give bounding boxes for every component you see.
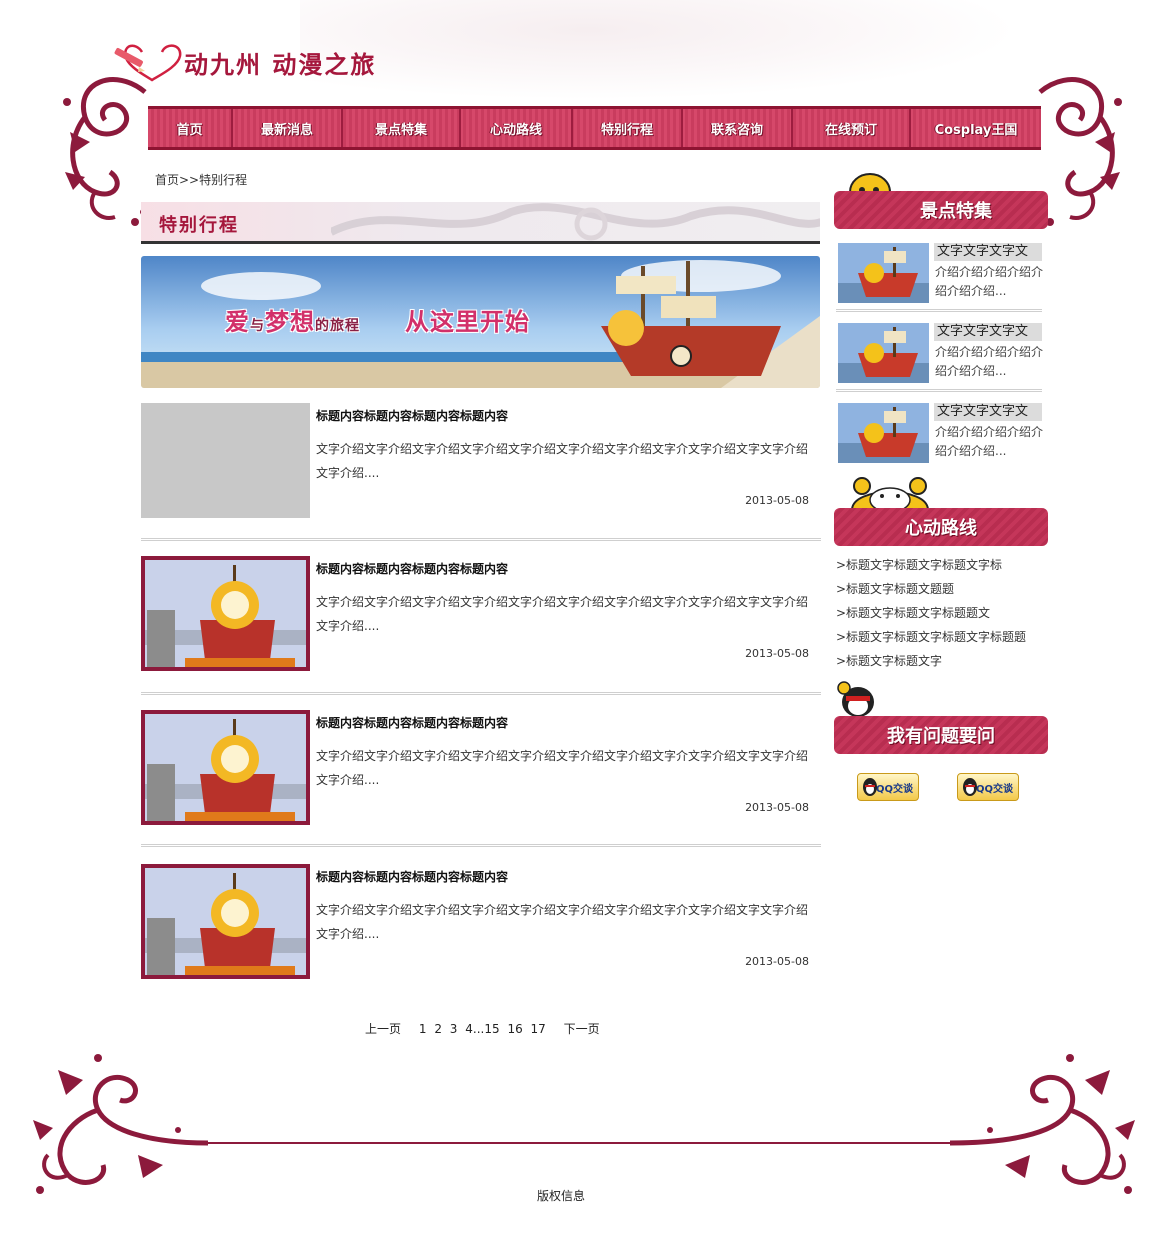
qq-chat-button[interactable]: QQ交谈	[957, 773, 1019, 801]
spot-thumbnail[interactable]	[838, 243, 929, 303]
article-title[interactable]: 标题内容标题内容标题内容标题内容	[316, 407, 508, 424]
spot-item[interactable]: 文字文字文字文 介绍介绍介绍介绍介绍介绍介绍...	[836, 401, 1044, 473]
page-link[interactable]: 1	[419, 1022, 427, 1036]
article-date: 2013-05-08	[745, 801, 809, 814]
article-thumbnail[interactable]	[141, 403, 310, 518]
spots-header: 景点特集	[834, 191, 1048, 229]
article-thumbnail[interactable]	[141, 864, 310, 979]
banner-slogan-left: 爱与梦想的旅程	[225, 308, 360, 336]
ship-image	[145, 714, 306, 821]
spot-title[interactable]: 文字文字文字文	[934, 403, 1042, 421]
spot-divider	[836, 389, 1042, 392]
article-title[interactable]: 标题内容标题内容标题内容标题内容	[316, 868, 508, 885]
page-link[interactable]: 2	[434, 1022, 442, 1036]
spot-title[interactable]: 文字文字文字文	[934, 323, 1042, 341]
prev-page-link[interactable]: 上一页	[365, 1022, 401, 1036]
qq-icon	[863, 778, 877, 796]
qq-penguin-mascot-icon	[837, 681, 874, 717]
article-date: 2013-05-08	[745, 955, 809, 968]
ship-image	[145, 560, 306, 667]
ship-image	[838, 323, 929, 383]
route-link[interactable]: >标题文字标题文字	[836, 652, 942, 669]
header-background	[300, 0, 1020, 100]
article-divider	[141, 538, 821, 541]
article-summary: 文字介绍文字介绍文字介绍文字介绍文字介绍文字介绍文字介绍文字介文字介绍文字文字介…	[316, 903, 809, 941]
banner-slogan-right: 从这里开始	[405, 308, 530, 336]
route-link[interactable]: >标题文字标题文字标题文字标题题	[836, 628, 1026, 645]
nav-item-routes[interactable]: 心动路线	[461, 109, 573, 147]
route-link[interactable]: >标题文字标题文题题	[836, 580, 954, 597]
section-swirl-pattern	[331, 203, 820, 241]
next-page-link[interactable]: 下一页	[564, 1022, 600, 1036]
pagination: 上一页 1 2 3 4...15 16 17 下一页	[365, 1020, 604, 1037]
article-summary: 文字介绍文字介绍文字介绍文字介绍文字介绍文字介绍文字介绍文字介文字介绍文字文字介…	[316, 749, 809, 787]
footer-divider	[195, 1142, 965, 1144]
nav-item-booking[interactable]: 在线预订	[793, 109, 911, 147]
ornament-bottom-right	[950, 1054, 1135, 1194]
qq-icon	[963, 778, 977, 796]
page-link[interactable]: 17	[531, 1022, 546, 1036]
copyright: 版权信息	[537, 1189, 586, 1203]
page-link[interactable]: 16	[507, 1022, 522, 1036]
main-nav: 首页 最新消息 景点特集 心动路线 特别行程 联系咨询 在线预订 Cosplay…	[148, 106, 1041, 150]
spot-thumbnail[interactable]	[838, 403, 929, 463]
banner: 爱与梦想的旅程 从这里开始	[141, 256, 820, 388]
article-divider	[141, 692, 821, 695]
ship-image	[145, 868, 306, 975]
ask-header: 我有问题要问	[834, 716, 1048, 754]
spot-desc: 介绍介绍介绍介绍介绍介绍介绍...	[935, 265, 1044, 298]
spot-desc: 介绍介绍介绍介绍介绍介绍介绍...	[935, 425, 1044, 458]
article-title[interactable]: 标题内容标题内容标题内容标题内容	[316, 560, 508, 577]
ornament-top-left	[63, 77, 147, 226]
breadcrumb[interactable]: 首页>>特别行程	[155, 171, 247, 188]
article-item: 标题内容标题内容标题内容标题内容 文字介绍文字介绍文字介绍文字介绍文字介绍文字介…	[141, 710, 821, 825]
ship-image	[838, 403, 929, 463]
article-summary: 文字介绍文字介绍文字介绍文字介绍文字介绍文字介绍文字介绍文字介文字介绍文字文字介…	[316, 442, 809, 480]
article-item: 标题内容标题内容标题内容标题内容 文字介绍文字介绍文字介绍文字介绍文字介绍文字介…	[141, 403, 821, 518]
article-item: 标题内容标题内容标题内容标题内容 文字介绍文字介绍文字介绍文字介绍文字介绍文字介…	[141, 556, 821, 671]
route-link[interactable]: >标题文字标题文字标题文字标	[836, 556, 1002, 573]
nav-item-special[interactable]: 特别行程	[573, 109, 683, 147]
spot-divider	[836, 309, 1042, 312]
nav-item-spots[interactable]: 景点特集	[343, 109, 461, 147]
nav-item-contact[interactable]: 联系咨询	[683, 109, 793, 147]
spot-title[interactable]: 文字文字文字文	[934, 243, 1042, 261]
ornament-bottom-left	[33, 1054, 208, 1194]
nav-item-news[interactable]: 最新消息	[233, 109, 343, 147]
spot-item[interactable]: 文字文字文字文 介绍介绍介绍介绍介绍介绍介绍...	[836, 241, 1044, 313]
site-title: 动九州 动漫之旅	[184, 49, 377, 79]
article-title[interactable]: 标题内容标题内容标题内容标题内容	[316, 714, 508, 731]
route-link[interactable]: >标题文字标题文字标题题文	[836, 604, 990, 621]
article-thumbnail[interactable]	[141, 710, 310, 825]
qq-chat-button[interactable]: QQ交谈	[857, 773, 919, 801]
nav-item-home[interactable]: 首页	[148, 109, 233, 147]
article-item: 标题内容标题内容标题内容标题内容 文字介绍文字介绍文字介绍文字介绍文字介绍文字介…	[141, 864, 821, 979]
nav-item-cosplay[interactable]: Cosplay王国	[911, 109, 1041, 147]
spot-item[interactable]: 文字文字文字文 介绍介绍介绍介绍介绍介绍介绍...	[836, 321, 1044, 393]
article-date: 2013-05-08	[745, 647, 809, 660]
spot-thumbnail[interactable]	[838, 323, 929, 383]
spot-desc: 介绍介绍介绍介绍介绍介绍介绍...	[935, 345, 1044, 378]
ship-image	[838, 243, 929, 303]
article-summary: 文字介绍文字介绍文字介绍文字介绍文字介绍文字介绍文字介绍文字介文字介绍文字文字介…	[316, 595, 809, 633]
page-link[interactable]: 4...15	[465, 1022, 499, 1036]
qq-chat-label: QQ交谈	[975, 783, 1013, 795]
page-link[interactable]: 3	[450, 1022, 458, 1036]
qq-chat-label: QQ交谈	[875, 783, 913, 795]
article-date: 2013-05-08	[745, 494, 809, 507]
article-divider	[141, 844, 821, 847]
routes-header: 心动路线	[834, 508, 1048, 546]
section-header: 特别行程	[141, 202, 820, 244]
section-title: 特别行程	[159, 215, 239, 236]
bear-mascot-icon	[850, 477, 930, 510]
article-thumbnail[interactable]	[141, 556, 310, 671]
